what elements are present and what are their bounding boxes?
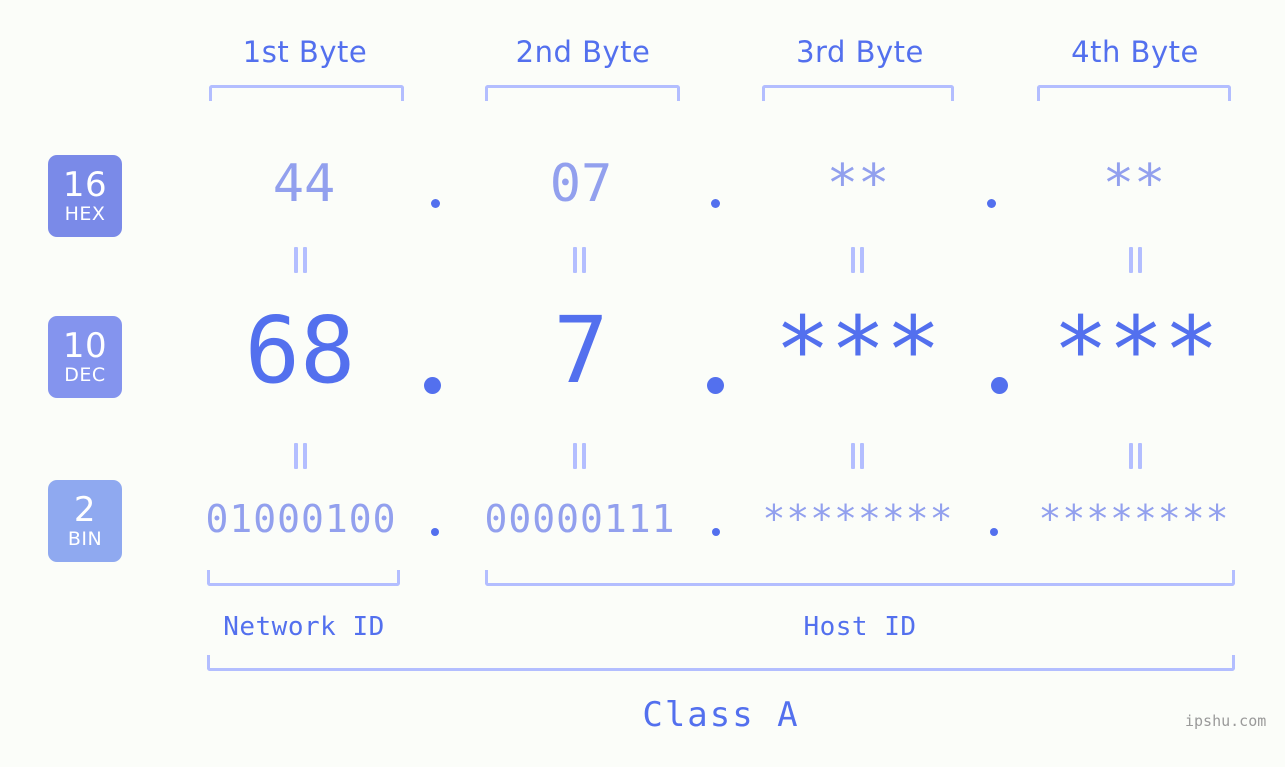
- dec-separator-dot-2: [707, 377, 724, 394]
- radix-badge-dec: 10 DEC: [48, 316, 122, 398]
- hex-separator-dot-2: [711, 199, 720, 208]
- radix-badge-hex-name: HEX: [64, 203, 106, 225]
- dec-byte-2: 7: [553, 297, 609, 404]
- byte-bracket-3: [762, 85, 954, 101]
- bin-separator-dot-1: [431, 528, 439, 536]
- equals-separator-dec-bin-3: [851, 443, 865, 469]
- radix-badge-bin-name: BIN: [67, 528, 103, 550]
- bin-byte-3: ********: [762, 497, 954, 541]
- dec-byte-4: ***: [1052, 297, 1220, 404]
- hex-separator-dot-3: [987, 199, 996, 208]
- byte-bracket-1: [209, 85, 404, 101]
- radix-badge-bin: 2 BIN: [48, 480, 122, 562]
- hex-separator-dot-1: [431, 199, 440, 208]
- hex-byte-2: 07: [549, 154, 613, 214]
- host-id-label: Host ID: [803, 612, 917, 642]
- hex-byte-4: **: [1102, 154, 1166, 214]
- equals-separator-hex-dec-3: [851, 247, 865, 273]
- ip-address-breakdown-diagram: 1st Byte 2nd Byte 3rd Byte 4th Byte 16 H…: [0, 0, 1285, 767]
- class-bracket: [207, 655, 1235, 671]
- bin-separator-dot-3: [990, 528, 998, 536]
- dec-byte-1: 68: [244, 297, 356, 404]
- radix-badge-dec-number: 10: [62, 326, 108, 366]
- byte-header-2: 2nd Byte: [515, 35, 651, 69]
- dec-byte-3: ***: [774, 297, 942, 404]
- dec-separator-dot-3: [991, 377, 1008, 394]
- radix-badge-hex-number: 16: [62, 165, 108, 205]
- bin-byte-1: 01000100: [205, 497, 397, 541]
- equals-separator-hex-dec-4: [1129, 247, 1143, 273]
- radix-badge-hex: 16 HEX: [48, 155, 122, 237]
- equals-separator-hex-dec-2: [573, 247, 587, 273]
- bin-byte-2: 00000111: [484, 497, 676, 541]
- byte-bracket-4: [1037, 85, 1231, 101]
- dec-separator-dot-1: [424, 377, 441, 394]
- network-id-label: Network ID: [223, 612, 385, 642]
- hex-byte-1: 44: [272, 154, 336, 214]
- hex-byte-3: **: [826, 154, 890, 214]
- equals-separator-hex-dec-1: [294, 247, 308, 273]
- byte-header-4: 4th Byte: [1071, 35, 1199, 69]
- byte-header-3: 3rd Byte: [796, 35, 924, 69]
- byte-bracket-2: [485, 85, 680, 101]
- equals-separator-dec-bin-1: [294, 443, 308, 469]
- host-id-bracket: [485, 570, 1235, 586]
- watermark: ipshu.com: [1185, 712, 1267, 730]
- equals-separator-dec-bin-2: [573, 443, 587, 469]
- bin-separator-dot-2: [712, 528, 720, 536]
- radix-badge-dec-name: DEC: [64, 364, 106, 386]
- equals-separator-dec-bin-4: [1129, 443, 1143, 469]
- class-label: Class A: [642, 695, 800, 735]
- byte-header-1: 1st Byte: [242, 35, 368, 69]
- network-id-bracket: [207, 570, 400, 586]
- radix-badge-bin-number: 2: [73, 490, 97, 530]
- bin-byte-4: ********: [1038, 497, 1230, 541]
